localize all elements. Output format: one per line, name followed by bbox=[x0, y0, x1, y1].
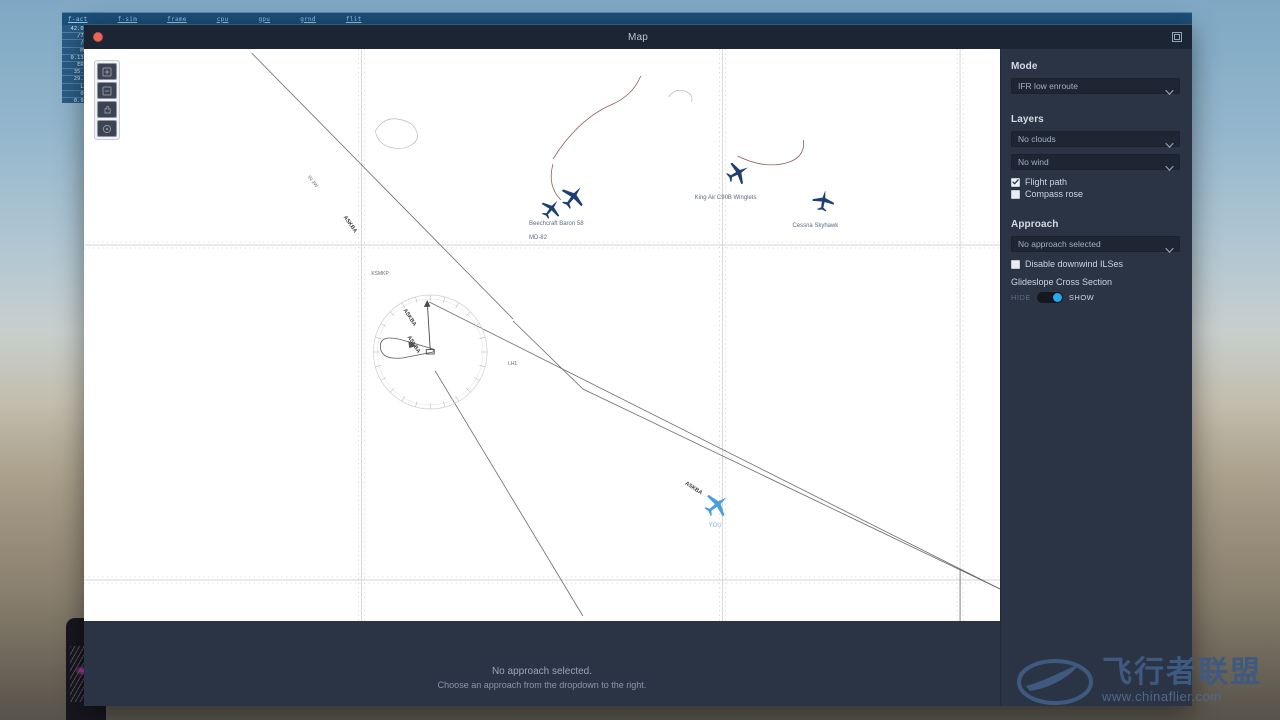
layers-section-heading: Layers bbox=[1011, 114, 1044, 125]
map-route-label: ASKBA bbox=[402, 308, 418, 328]
aircraft-label: King Air C90B Winglets bbox=[695, 195, 757, 201]
glideslope-toggle[interactable] bbox=[1036, 292, 1063, 303]
mode-section-heading: Mode bbox=[1011, 61, 1038, 72]
clouds-layer-value: No clouds bbox=[1018, 134, 1056, 144]
center-tool[interactable] bbox=[97, 120, 117, 137]
map-window: Map LH1 ASKBA ASKBA ASKBA ASKBA IN JW KS… bbox=[84, 24, 1192, 706]
wind-layer-value: No wind bbox=[1018, 157, 1049, 167]
map-canvas[interactable]: LH1 ASKBA ASKBA ASKBA ASKBA IN JW KSMKP … bbox=[84, 49, 1000, 621]
map-fix-label: KSMKP bbox=[371, 271, 389, 277]
map-column: LH1 ASKBA ASKBA ASKBA ASKBA IN JW KSMKP … bbox=[84, 49, 1000, 706]
map-vector-layer: LH1 ASKBA ASKBA ASKBA ASKBA IN JW KSMKP … bbox=[84, 49, 1000, 621]
compass-rose bbox=[373, 294, 488, 410]
toggle-hide-label: HIDE bbox=[1011, 293, 1031, 302]
compass-rose-checkbox-row[interactable]: Compass rose bbox=[1011, 189, 1180, 199]
chevron-down-icon bbox=[1165, 241, 1174, 259]
chevron-down-icon bbox=[1165, 159, 1174, 177]
toggle-show-label: SHOW bbox=[1068, 293, 1095, 302]
checkbox-checked-icon[interactable] bbox=[1011, 177, 1020, 187]
aircraft-you[interactable]: YOU bbox=[700, 487, 735, 529]
flight-path-checkbox-row[interactable]: Flight path bbox=[1011, 177, 1180, 187]
window-title: Map bbox=[627, 31, 649, 43]
map-airspace-arc bbox=[668, 89, 693, 103]
map-grid bbox=[84, 49, 1000, 621]
hud-item-3: cpu bbox=[216, 15, 229, 23]
pan-tool[interactable] bbox=[97, 101, 117, 118]
restore-window-icon[interactable] bbox=[1170, 30, 1184, 44]
hud-item-6: flit bbox=[345, 15, 362, 23]
hud-item-1: f-sim bbox=[117, 15, 138, 23]
flight-path-label: Flight path bbox=[1025, 177, 1068, 187]
hud-item-2: frame bbox=[167, 15, 187, 23]
checkbox-unchecked-icon[interactable] bbox=[1011, 189, 1020, 199]
desktop-background: f-act f-sim frame cpu gpu grnd flit 42.0… bbox=[0, 0, 1280, 720]
hud-item-0: f-act bbox=[68, 15, 88, 23]
glideslope-cross-section-label: Glideslope Cross Section bbox=[1011, 277, 1113, 287]
hud-item-5: grnd bbox=[300, 15, 316, 23]
clouds-layer-select[interactable]: No clouds bbox=[1011, 131, 1180, 149]
approach-select-value: No approach selected bbox=[1018, 239, 1101, 249]
chevron-down-icon bbox=[1165, 136, 1174, 154]
status-primary-text: No approach selected. bbox=[491, 665, 593, 677]
approach-section-heading: Approach bbox=[1011, 219, 1059, 230]
map-options-sidebar: Mode IFR low enroute Layers No clouds No… bbox=[1000, 49, 1192, 706]
map-airspace-shape bbox=[374, 118, 418, 149]
map-grid-ticks bbox=[84, 49, 1000, 621]
aircraft-label: MD-82 bbox=[529, 235, 548, 241]
compass-rose-label: Compass rose bbox=[1025, 189, 1084, 199]
map-route-label: ASKBA bbox=[342, 215, 358, 234]
status-secondary-text: Choose an approach from the dropdown to … bbox=[437, 679, 647, 690]
map-toolbar bbox=[94, 60, 120, 140]
glideslope-toggle-row: HIDE SHOW bbox=[1011, 292, 1180, 303]
wind-layer-select[interactable]: No wind bbox=[1011, 154, 1180, 172]
zoom-out-tool[interactable] bbox=[97, 82, 117, 99]
disable-downwind-ilses-label: Disable downwind ILSes bbox=[1025, 259, 1124, 269]
toggle-knob bbox=[1052, 293, 1062, 302]
map-status-message: No approach selected. Choose an approach… bbox=[84, 621, 1000, 706]
map-route-label: ASKBA bbox=[684, 481, 704, 497]
chevron-down-icon bbox=[1165, 83, 1174, 101]
mode-select[interactable]: IFR low enroute bbox=[1011, 78, 1180, 96]
approach-select[interactable]: No approach selected bbox=[1011, 236, 1180, 254]
map-fix-label: LH1 bbox=[508, 361, 517, 367]
aircraft-md-82[interactable]: MD-82 bbox=[529, 180, 590, 241]
close-icon[interactable] bbox=[93, 32, 103, 42]
checkbox-unchecked-icon[interactable] bbox=[1011, 259, 1020, 269]
map-airways bbox=[251, 52, 1000, 621]
map-fix-label: IN JW bbox=[306, 175, 319, 190]
aircraft-label: Beechcraft Baron 58 bbox=[529, 221, 584, 227]
aircraft-label: YOU bbox=[709, 523, 722, 529]
aircraft-cessna-skyhawk[interactable]: Cessna Skyhawk bbox=[792, 188, 838, 229]
window-titlebar[interactable]: Map bbox=[84, 25, 1192, 49]
hud-item-4: gpu bbox=[258, 15, 271, 23]
aircraft-label: Cessna Skyhawk bbox=[792, 223, 838, 229]
window-body: LH1 ASKBA ASKBA ASKBA ASKBA IN JW KSMKP … bbox=[84, 49, 1192, 706]
map-flight-trails bbox=[550, 75, 805, 201]
zoom-in-tool[interactable] bbox=[97, 63, 117, 80]
disable-downwind-ilses-row[interactable]: Disable downwind ILSes bbox=[1011, 259, 1180, 269]
mode-select-value: IFR low enroute bbox=[1018, 81, 1078, 91]
aircraft-king-air-c90b-winglets[interactable]: King Air C90B Winglets bbox=[695, 157, 757, 201]
